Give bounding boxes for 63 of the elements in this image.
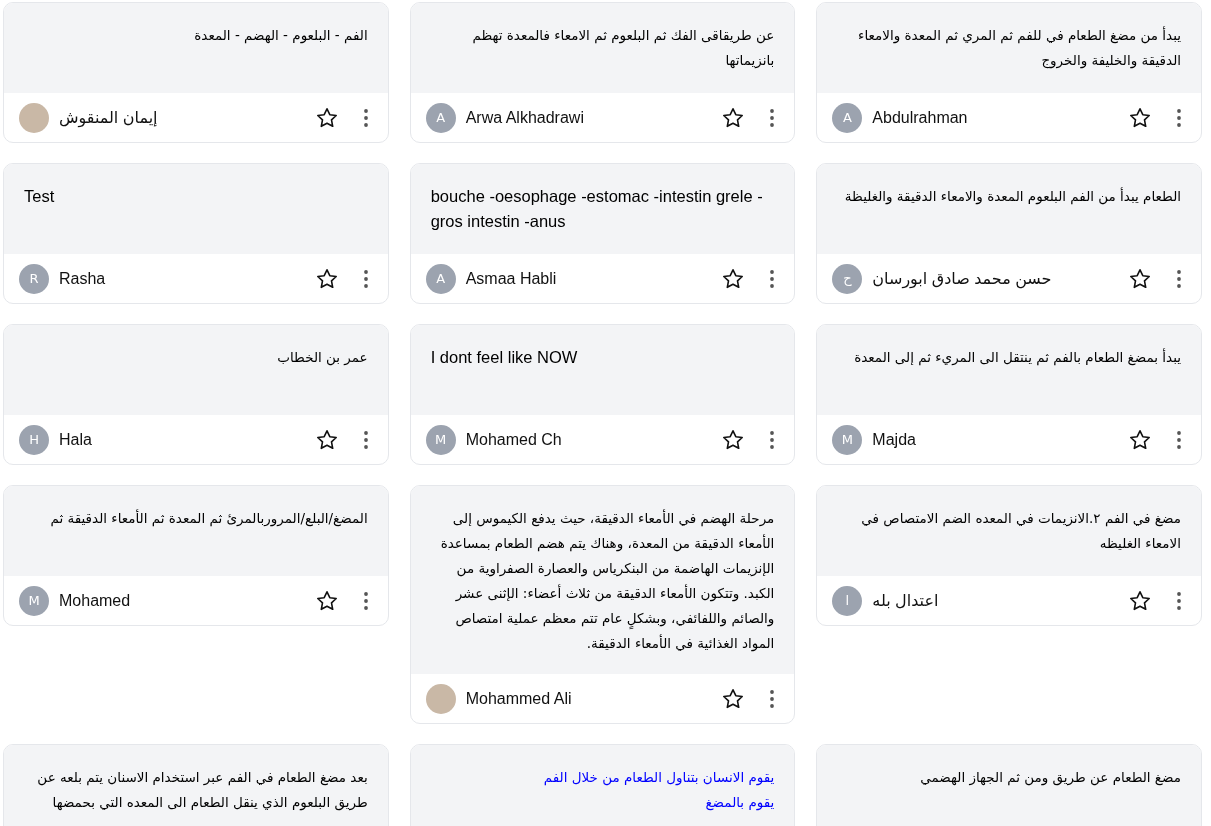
more-options-icon[interactable] [1176,268,1182,289]
avatar-initial: A [425,263,456,294]
avatar-initial: M [832,424,863,455]
author-name: اعتدال بله [872,591,939,610]
star-icon[interactable] [314,105,339,130]
note-text: مضغ الطعام عن طريق ومن ثم الجهاز الهضمي [919,768,1181,788]
star-icon[interactable] [314,266,339,291]
star-icon[interactable] [1128,588,1152,613]
note-text: مرحلة الهضم في الأمعاء الدقيقة، حيث يدفع الكيموس إلى الأمعاء الدقيقة من المعدة، وهناك يتم هضم الطعام بمساعدة الإنزيمات الهاضمة من البنكرياس والعصارة الصفراوية من الكبد. وتتكون الأمعاء الدقيقة من ثلاث أعضاء: الإثنى عشر والصائم واللفائفي، وبشكلٍ عام تتم معظم عملية امتصاص المواد الغذائية في الأمعاء الدقيقة. [439,508,775,654]
avatar-initial: A [832,102,863,133]
note-text: Test [24,186,56,207]
star-icon[interactable] [1128,266,1152,291]
more-options-icon[interactable] [769,429,776,450]
more-options-icon[interactable] [1176,590,1182,611]
star-icon[interactable] [721,686,746,711]
author-name: Asmaa Habli [465,269,557,288]
more-options-icon[interactable] [1176,107,1182,128]
avatar-initial: ح [832,263,863,294]
author-name: Mohammed Ali [465,689,572,708]
more-options-icon[interactable] [769,268,776,289]
star-icon[interactable] [721,266,746,291]
author-name: Mohamed [59,591,131,610]
note-text: الطعام يبدأ من الفم البلعوم المعدة والامعاء الدقيقة والغليظة [843,186,1181,207]
note-text: بعد مضغ الطعام في الفم عبر استخدام الاسنان يتم بلعه عن طريق البلعوم الذي ينقل الطعام الى المعده التي بحمضها [36,768,368,813]
note-text: مضغ في الفم ٢.الانزيمات في المعده الضم الامتصاص في الامعاء الغليظه [860,509,1181,553]
more-options-icon[interactable] [362,268,369,289]
avatar-photo [19,102,49,133]
author-name: Arwa Alkhadrawi [465,108,584,127]
avatar-initial: ا [832,585,863,616]
author-name: إيمان المنقوش [59,108,158,127]
note-text: I dont feel like NOW [430,347,579,368]
note-text: يبدأ من مضغ الطعام في للفم ثم المري ثم المعدة والامعاء الدقيقة والخليفة والخروج [857,25,1181,71]
more-options-icon[interactable] [1176,429,1182,450]
star-icon[interactable] [314,588,339,613]
star-icon[interactable] [721,105,746,130]
star-icon[interactable] [721,427,746,452]
avatar-initial: M [425,424,456,455]
note-text: عمر بن الخطاب [276,348,368,368]
author-name: Mohamed Ch [465,430,562,449]
star-icon[interactable] [1128,427,1152,452]
more-options-icon[interactable] [362,590,369,611]
more-options-icon[interactable] [362,429,369,450]
author-name: Hala [59,430,92,449]
more-options-icon[interactable] [769,688,776,709]
author-name: Abdulrahman [872,108,968,127]
more-options-icon[interactable] [769,107,776,128]
avatar-initial: R [19,263,49,294]
author-name: Rasha [59,269,106,288]
avatar-initial: A [425,102,456,133]
note-text: المضغ/البلع/المروربالمرئ ثم المعدة ثم الأمعاء الدقيقة ثم [49,508,368,529]
avatar-initial: M [19,585,49,616]
note-text: الفم - البلعوم - الهضم - المعدة [193,26,368,46]
author-name: حسن محمد صادق ابورسان [872,269,1052,288]
star-icon[interactable] [314,427,339,452]
note-text: يبدأ بمضغ الطعام بالفم ثم ينتقل الى المريء ثم إلى المعدة [853,347,1181,368]
star-icon[interactable] [1128,105,1152,130]
note-text: يقوم الانسان بتناول الطعام من خلال الفم يقوم بالمضغ [542,768,775,813]
author-name: Majda [872,430,916,449]
note-text: عن طريقاقى الفك ثم البلعوم ثم الامعاء فالمعدة تهظم بانزيماتها [471,26,775,70]
more-options-icon[interactable] [362,107,369,128]
avatar-initial: H [19,424,49,455]
avatar-photo [425,683,456,714]
note-text: bouche -oesophage -estomac -intestin grele -gros intestin -anus [430,186,764,232]
